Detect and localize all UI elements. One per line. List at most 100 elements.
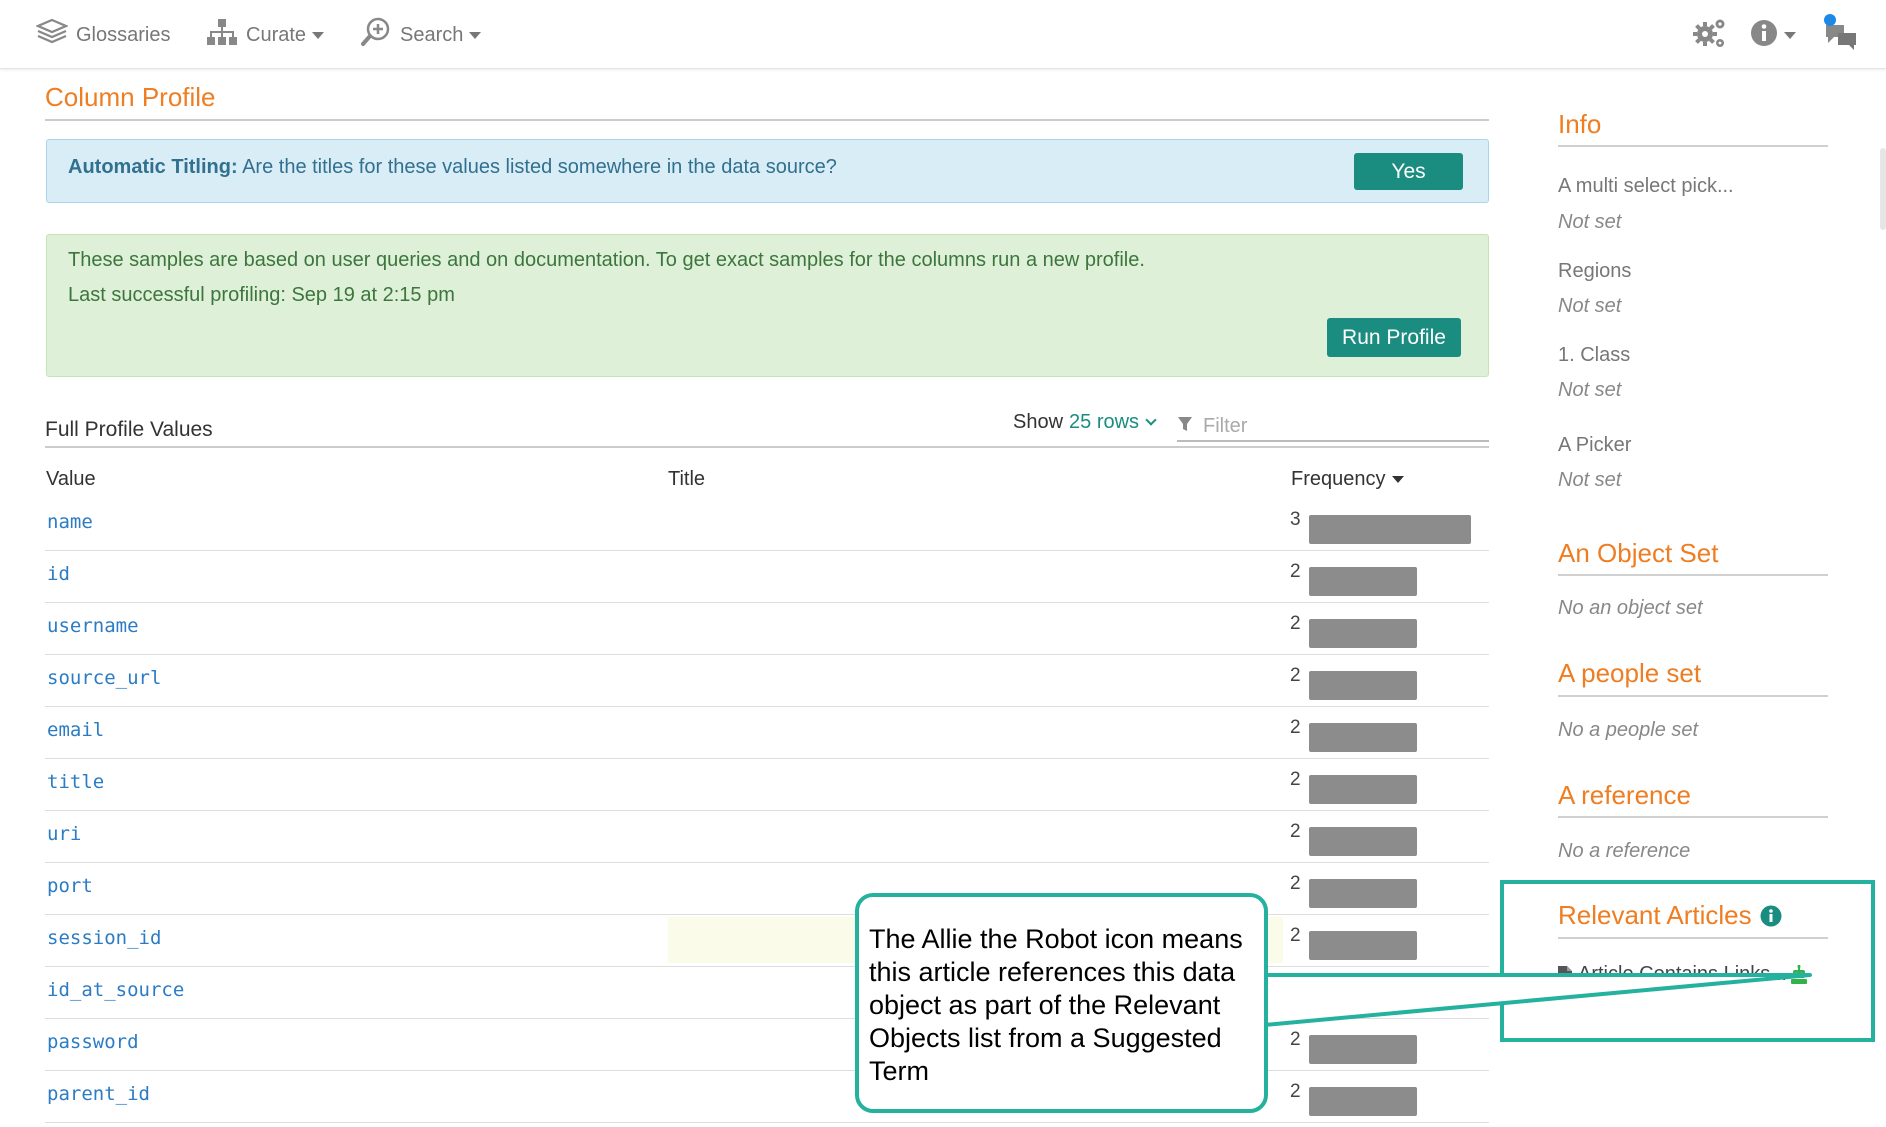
frequency-count: 2 <box>1290 1081 1301 1102</box>
last-profiling-text: Last successful profiling: Sep 19 at 2:1… <box>68 284 455 306</box>
filter-input[interactable] <box>1203 414 1463 438</box>
chevron-down-icon <box>1145 414 1157 426</box>
frequency-count: 2 <box>1290 769 1301 790</box>
frequency-bar <box>1309 1087 1417 1116</box>
run-profile-button[interactable]: Run Profile <box>1327 318 1461 357</box>
value-link[interactable]: password <box>47 1031 139 1053</box>
frequency-bar <box>1309 827 1417 856</box>
field-value[interactable]: Not set <box>1558 295 1621 318</box>
value-link[interactable]: uri <box>47 823 81 845</box>
chevron-down-icon <box>1784 31 1796 39</box>
value-link[interactable]: email <box>47 719 104 741</box>
frequency-label: Frequency <box>1291 468 1386 490</box>
magnify-plus-icon <box>360 16 400 54</box>
frequency-bar <box>1309 1035 1417 1064</box>
rows-option: 25 rows <box>1069 411 1140 433</box>
profile-notice-text: These samples are based on user queries … <box>68 249 1145 271</box>
reference-divider <box>1558 816 1828 818</box>
frequency-bar <box>1309 567 1417 596</box>
auto-titling-label: Automatic Titling: <box>68 156 238 178</box>
field-label: A Picker <box>1558 434 1632 456</box>
frequency-bar <box>1309 931 1417 960</box>
value-link[interactable]: name <box>47 511 93 533</box>
chevron-down-icon <box>469 31 482 39</box>
info-title: Info <box>1558 109 1602 139</box>
frequency-count: 2 <box>1290 561 1301 582</box>
show-label: Show <box>1013 411 1064 433</box>
frequency-count: 2 <box>1290 821 1301 842</box>
column-header-value[interactable]: Value <box>46 468 96 491</box>
table-row[interactable]: port 2 <box>45 863 1489 915</box>
table-row[interactable]: id_at_source <box>45 967 1489 1019</box>
info-menu-button[interactable] <box>1750 16 1796 54</box>
table-row[interactable]: name 3 <box>45 499 1489 551</box>
section-title: Full Profile Values <box>45 418 213 441</box>
frequency-count: 2 <box>1290 1029 1301 1050</box>
gears-icon <box>1692 16 1728 55</box>
field-label: Regions <box>1558 260 1632 282</box>
table-row[interactable]: parent_id 2 <box>45 1071 1489 1123</box>
value-link[interactable]: id_at_source <box>47 979 184 1001</box>
value-link[interactable]: session_id <box>47 927 161 949</box>
frequency-count: 2 <box>1290 613 1301 634</box>
table-row[interactable]: source_url 2 <box>45 655 1489 707</box>
value-link[interactable]: title <box>47 771 104 793</box>
table-row[interactable]: email 2 <box>45 707 1489 759</box>
value-link[interactable]: parent_id <box>47 1083 150 1105</box>
frequency-bar <box>1309 879 1417 908</box>
field-value[interactable]: Not set <box>1558 211 1621 234</box>
table-row[interactable]: username 2 <box>45 603 1489 655</box>
field-value[interactable]: Not set <box>1558 469 1621 492</box>
frequency-count: 3 <box>1290 509 1301 530</box>
filter-field <box>1177 412 1489 442</box>
frequency-bar <box>1309 775 1417 804</box>
frequency-count: 2 <box>1290 717 1301 738</box>
object-set-title: An Object Set <box>1558 538 1719 568</box>
hierarchy-icon <box>206 17 246 53</box>
nav-glossaries[interactable]: Glossaries <box>35 17 170 53</box>
nav-search[interactable]: Search <box>360 16 482 54</box>
table-row[interactable]: uri 2 <box>45 811 1489 863</box>
frequency-bar <box>1309 619 1417 648</box>
field-label: 1. Class <box>1558 344 1631 366</box>
auto-titling-alert: Automatic Titling: Are the titles for th… <box>46 139 1489 203</box>
annotation-text: The Allie the Robot icon means this arti… <box>869 924 1243 1086</box>
nav-curate[interactable]: Curate <box>206 17 325 53</box>
table-row[interactable]: id 2 <box>45 551 1489 603</box>
book-stack-icon <box>35 17 76 53</box>
people-set-title: A people set <box>1558 658 1702 688</box>
conversations-button[interactable] <box>1822 13 1862 54</box>
field-label: A multi select pick... <box>1558 175 1734 197</box>
chat-bubbles-icon <box>1822 13 1862 58</box>
callout-highlight-frame <box>1500 880 1875 1042</box>
table-row[interactable]: password 2 <box>45 1019 1489 1071</box>
people-set-value[interactable]: No a people set <box>1558 719 1698 742</box>
info-divider <box>1558 145 1828 147</box>
yes-button[interactable]: Yes <box>1354 153 1463 190</box>
value-link[interactable]: username <box>47 615 139 637</box>
object-set-value[interactable]: No an object set <box>1558 597 1703 620</box>
table-row[interactable]: title 2 <box>45 759 1489 811</box>
frequency-bar <box>1309 723 1417 752</box>
rows-per-page-select[interactable]: Show 25 rows <box>1013 411 1157 434</box>
filter-icon <box>1177 415 1193 438</box>
table-row[interactable]: session_id 2 <box>45 915 1489 967</box>
column-header-title[interactable]: Title <box>668 468 705 491</box>
annotation-callout: The Allie the Robot icon means this arti… <box>855 893 1268 1113</box>
scrollbar[interactable] <box>1880 148 1886 230</box>
value-link[interactable]: id <box>47 563 70 585</box>
nav-curate-label: Curate <box>246 23 307 46</box>
column-header-frequency[interactable]: Frequency <box>1291 468 1404 491</box>
top-nav: Glossaries Curate Search <box>0 0 1886 69</box>
settings-button[interactable] <box>1692 16 1728 54</box>
field-value[interactable]: Not set <box>1558 379 1621 402</box>
value-link[interactable]: source_url <box>47 667 161 689</box>
auto-titling-question: Are the titles for these values listed s… <box>242 156 837 178</box>
profile-notice-alert: These samples are based on user queries … <box>46 234 1489 377</box>
nav-search-label: Search <box>400 23 464 46</box>
frequency-bar <box>1309 671 1417 700</box>
object-set-divider <box>1558 574 1828 576</box>
frequency-count: 2 <box>1290 925 1301 946</box>
value-link[interactable]: port <box>47 875 93 897</box>
reference-value[interactable]: No a reference <box>1558 840 1690 863</box>
